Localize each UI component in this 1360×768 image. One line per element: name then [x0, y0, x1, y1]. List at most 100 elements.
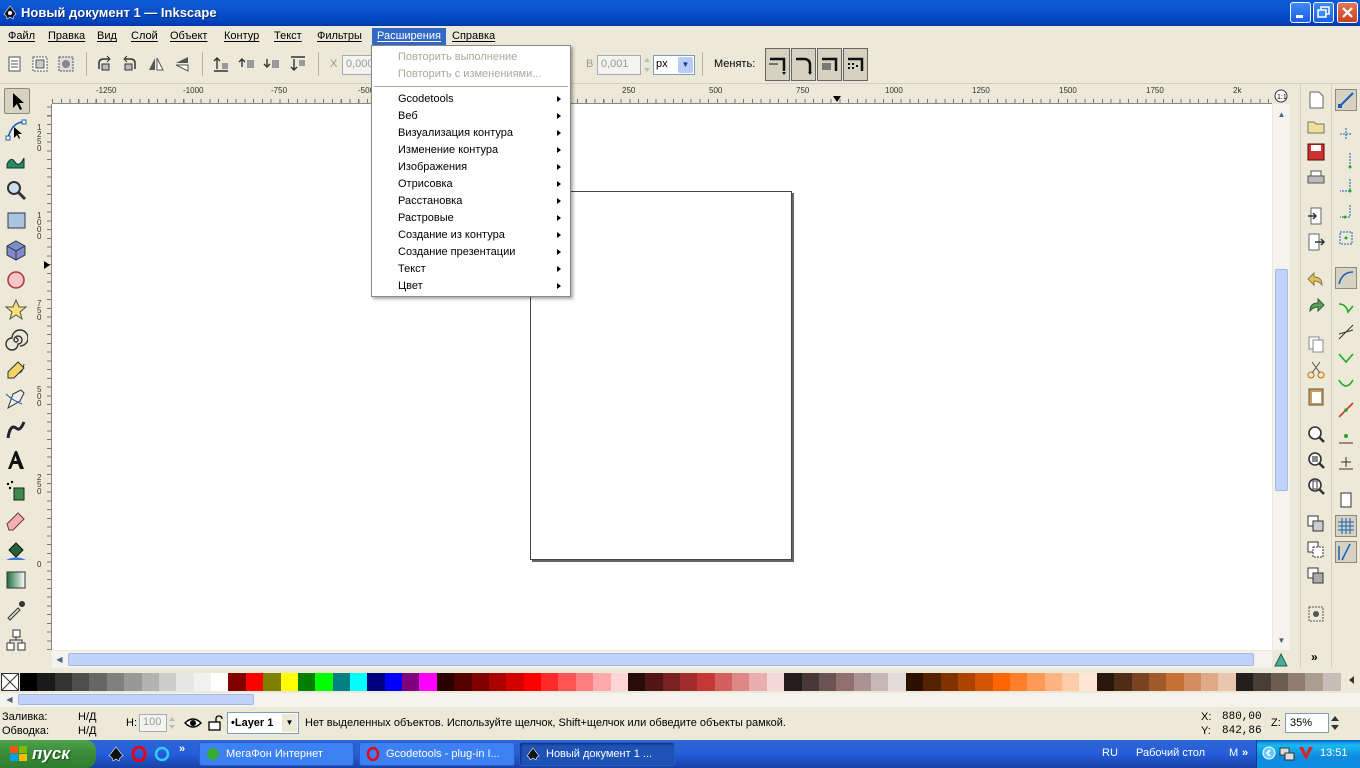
snap-bbox-edge-icon[interactable]: [1336, 150, 1356, 170]
select-all-layers-icon[interactable]: [31, 55, 49, 73]
toolbar-more-icon[interactable]: »: [1242, 747, 1248, 759]
menu-item-web[interactable]: Веб: [398, 108, 418, 125]
menu-file[interactable]: Файл: [3, 28, 40, 45]
color-swatch[interactable]: [1044, 673, 1063, 691]
color-swatch[interactable]: [1062, 673, 1081, 691]
color-swatch[interactable]: [367, 673, 386, 691]
color-swatch[interactable]: [72, 673, 91, 691]
network-icon[interactable]: [1279, 746, 1295, 762]
selector-tool[interactable]: [4, 88, 30, 114]
color-swatch[interactable]: [1131, 673, 1150, 691]
color-swatch[interactable]: [662, 673, 681, 691]
menu-item-jessyink[interactable]: Создание презентации: [398, 244, 515, 261]
color-swatch[interactable]: [1148, 673, 1167, 691]
3d-box-tool[interactable]: [4, 238, 30, 264]
redo-icon[interactable]: [1306, 296, 1326, 316]
color-swatch[interactable]: [20, 673, 38, 691]
color-swatch[interactable]: [593, 673, 612, 691]
color-swatch[interactable]: [454, 673, 473, 691]
color-swatch[interactable]: [645, 673, 664, 691]
color-swatch[interactable]: [37, 673, 56, 691]
close-button[interactable]: [1337, 2, 1358, 23]
save-icon[interactable]: [1306, 142, 1326, 162]
color-swatch[interactable]: [541, 673, 560, 691]
menu-item-modify-path[interactable]: Изменение контура: [398, 142, 498, 159]
snap-toggle-icon[interactable]: [1335, 89, 1357, 111]
snap-bbox-corner-icon[interactable]: [1336, 176, 1356, 196]
zoom-selection-icon[interactable]: [1306, 424, 1326, 444]
horizontal-scrollbar[interactable]: ◀: [52, 651, 1272, 668]
paste-icon[interactable]: [1306, 386, 1326, 406]
scale-rounded-corners-toggle[interactable]: [791, 48, 816, 81]
snap-page-border-icon[interactable]: [1336, 490, 1356, 510]
color-swatch[interactable]: [1218, 673, 1237, 691]
menu-item-gcodetools[interactable]: Gcodetools: [398, 91, 454, 108]
color-swatch[interactable]: [1096, 673, 1115, 691]
language-indicator[interactable]: RU: [1102, 747, 1118, 759]
color-swatch[interactable]: [263, 673, 282, 691]
lower-icon[interactable]: [263, 55, 281, 73]
unlink-clone-icon[interactable]: [1306, 566, 1326, 586]
scroll-up-icon[interactable]: ▲: [1274, 107, 1289, 122]
x-input[interactable]: 0,000: [342, 55, 374, 75]
color-swatch[interactable]: [1270, 673, 1289, 691]
color-swatch[interactable]: [1287, 673, 1306, 691]
more-commands-icon[interactable]: »: [1311, 650, 1318, 664]
color-swatch[interactable]: [627, 673, 646, 691]
browser-icon[interactable]: [154, 746, 170, 762]
color-swatch[interactable]: [784, 673, 803, 691]
rectangle-tool[interactable]: [4, 208, 30, 234]
antivirus-icon[interactable]: [1298, 745, 1314, 761]
minimize-button[interactable]: [1290, 2, 1311, 23]
snap-midpoints-icon[interactable]: [1336, 400, 1356, 420]
color-swatch[interactable]: [853, 673, 872, 691]
color-swatch[interactable]: [315, 673, 334, 691]
color-swatch[interactable]: [732, 673, 751, 691]
color-swatch[interactable]: [1183, 673, 1202, 691]
color-swatch[interactable]: [193, 673, 212, 691]
color-swatch[interactable]: [436, 673, 455, 691]
menu-layer[interactable]: Слой: [126, 28, 163, 45]
menu-item-visualize-path[interactable]: Визуализация контура: [398, 125, 513, 142]
node-tool[interactable]: [4, 118, 30, 144]
inkscape-quicklaunch-icon[interactable]: [108, 746, 124, 762]
scale-stroke-toggle[interactable]: [765, 48, 790, 81]
color-swatch[interactable]: [818, 673, 837, 691]
open-icon[interactable]: [1306, 116, 1326, 136]
zoom-input[interactable]: 35%: [1285, 713, 1329, 733]
color-swatch[interactable]: [211, 673, 230, 691]
snap-bbox-center-icon[interactable]: [1336, 228, 1356, 248]
raise-icon[interactable]: [238, 55, 256, 73]
invert-selection-icon[interactable]: [57, 55, 75, 73]
opera-icon[interactable]: [131, 746, 147, 762]
color-swatch[interactable]: [697, 673, 716, 691]
snap-intersections-icon[interactable]: [1336, 322, 1356, 342]
color-swatch[interactable]: [923, 673, 942, 691]
color-swatch[interactable]: [714, 673, 733, 691]
drawing-canvas[interactable]: [52, 104, 1272, 650]
menu-item-render[interactable]: Отрисовка: [398, 176, 453, 193]
color-swatch[interactable]: [1235, 673, 1254, 691]
snap-smooth-nodes-icon[interactable]: [1336, 374, 1356, 394]
color-swatch[interactable]: [680, 673, 698, 691]
zoom-page-icon[interactable]: [1306, 476, 1326, 496]
color-swatch[interactable]: [1114, 673, 1133, 691]
snap-grid-icon[interactable]: [1335, 515, 1357, 537]
palette-scroll-thumb[interactable]: [18, 694, 254, 705]
menu-help[interactable]: Справка: [447, 28, 500, 45]
w-input[interactable]: 0,001: [597, 55, 641, 75]
menu-item-text[interactable]: Текст: [398, 261, 426, 278]
color-swatch[interactable]: [1253, 673, 1272, 691]
rotate-ccw-icon[interactable]: [95, 55, 113, 73]
menu-filters[interactable]: Фильтры: [312, 28, 367, 45]
scroll-down-icon[interactable]: ▼: [1274, 633, 1289, 648]
color-swatch[interactable]: [332, 673, 351, 691]
scroll-left-icon[interactable]: ◀: [52, 652, 67, 667]
no-paint-icon[interactable]: [1, 673, 19, 691]
color-manage-icon[interactable]: [1273, 652, 1289, 668]
menu-item-raster[interactable]: Растровые: [398, 210, 454, 227]
stroke-value[interactable]: Н/Д: [78, 725, 96, 737]
clone-icon[interactable]: [1306, 540, 1326, 560]
color-swatch[interactable]: [1305, 673, 1324, 691]
snap-bbox-mid-icon[interactable]: [1336, 202, 1356, 222]
